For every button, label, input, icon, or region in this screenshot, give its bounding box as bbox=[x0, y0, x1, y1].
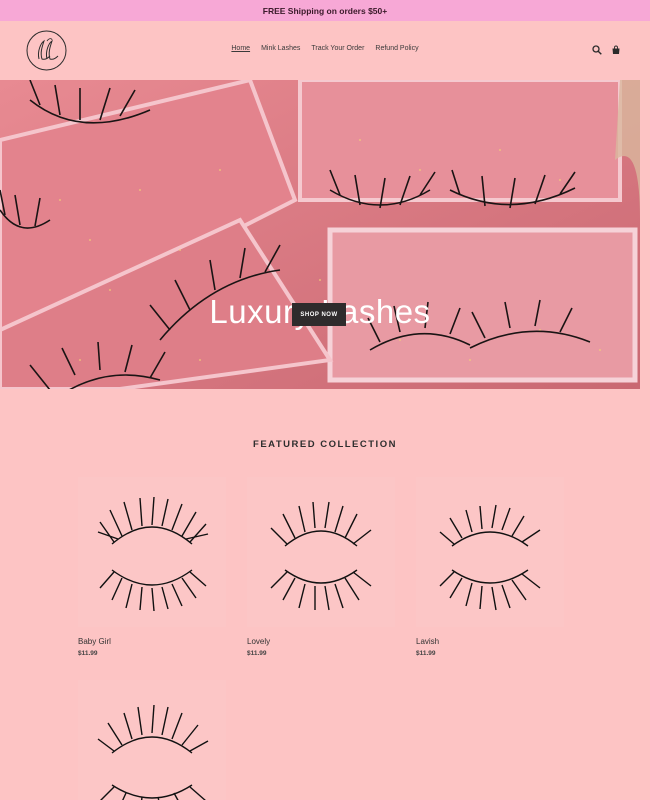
site-header: Home Mink Lashes Track Your Order Refund… bbox=[0, 21, 650, 80]
search-icon[interactable] bbox=[592, 45, 602, 55]
product-card[interactable]: Baby Girl $11.99 bbox=[78, 477, 226, 657]
cart-icon[interactable] bbox=[611, 45, 621, 55]
hero-banner: Luxury Lashes SHOP NOW bbox=[0, 80, 640, 389]
product-image[interactable] bbox=[78, 680, 226, 800]
nav-item-mink-lashes[interactable]: Mink Lashes bbox=[261, 45, 300, 52]
product-card[interactable]: Lovely $11.99 bbox=[247, 477, 395, 657]
lash-pair-image bbox=[97, 496, 209, 612]
product-price: $11.99 bbox=[416, 650, 436, 657]
header-icons bbox=[592, 45, 621, 55]
product-name[interactable]: Lavish bbox=[416, 637, 564, 646]
lash-pair-image bbox=[270, 501, 372, 611]
featured-collection-title: FEATURED COLLECTION bbox=[253, 439, 397, 450]
product-price: $11.99 bbox=[78, 650, 98, 657]
announcement-text: FREE Shipping on orders $50+ bbox=[262, 5, 388, 16]
lash-pair-image bbox=[97, 704, 209, 800]
product-name[interactable]: Baby Girl bbox=[78, 637, 226, 646]
product-image[interactable] bbox=[247, 477, 395, 627]
product-name[interactable]: Lovely bbox=[247, 637, 395, 646]
lash-pair-image bbox=[439, 504, 541, 611]
product-price: $11.99 bbox=[247, 650, 267, 657]
shop-now-button[interactable]: SHOP NOW bbox=[292, 303, 346, 326]
nav-item-home[interactable]: Home bbox=[231, 45, 250, 52]
hero-lash-boxes-image bbox=[0, 80, 640, 389]
product-image[interactable] bbox=[416, 477, 564, 627]
announcement-bar: FREE Shipping on orders $50+ bbox=[0, 0, 650, 21]
product-image[interactable] bbox=[78, 477, 226, 627]
product-card[interactable]: Lavish $11.99 bbox=[416, 477, 564, 657]
nav-item-track-your-order[interactable]: Track Your Order bbox=[311, 45, 364, 52]
nav-item-refund-policy[interactable]: Refund Policy bbox=[375, 45, 418, 52]
product-card[interactable] bbox=[78, 680, 226, 800]
main-nav: Home Mink Lashes Track Your Order Refund… bbox=[0, 45, 650, 52]
